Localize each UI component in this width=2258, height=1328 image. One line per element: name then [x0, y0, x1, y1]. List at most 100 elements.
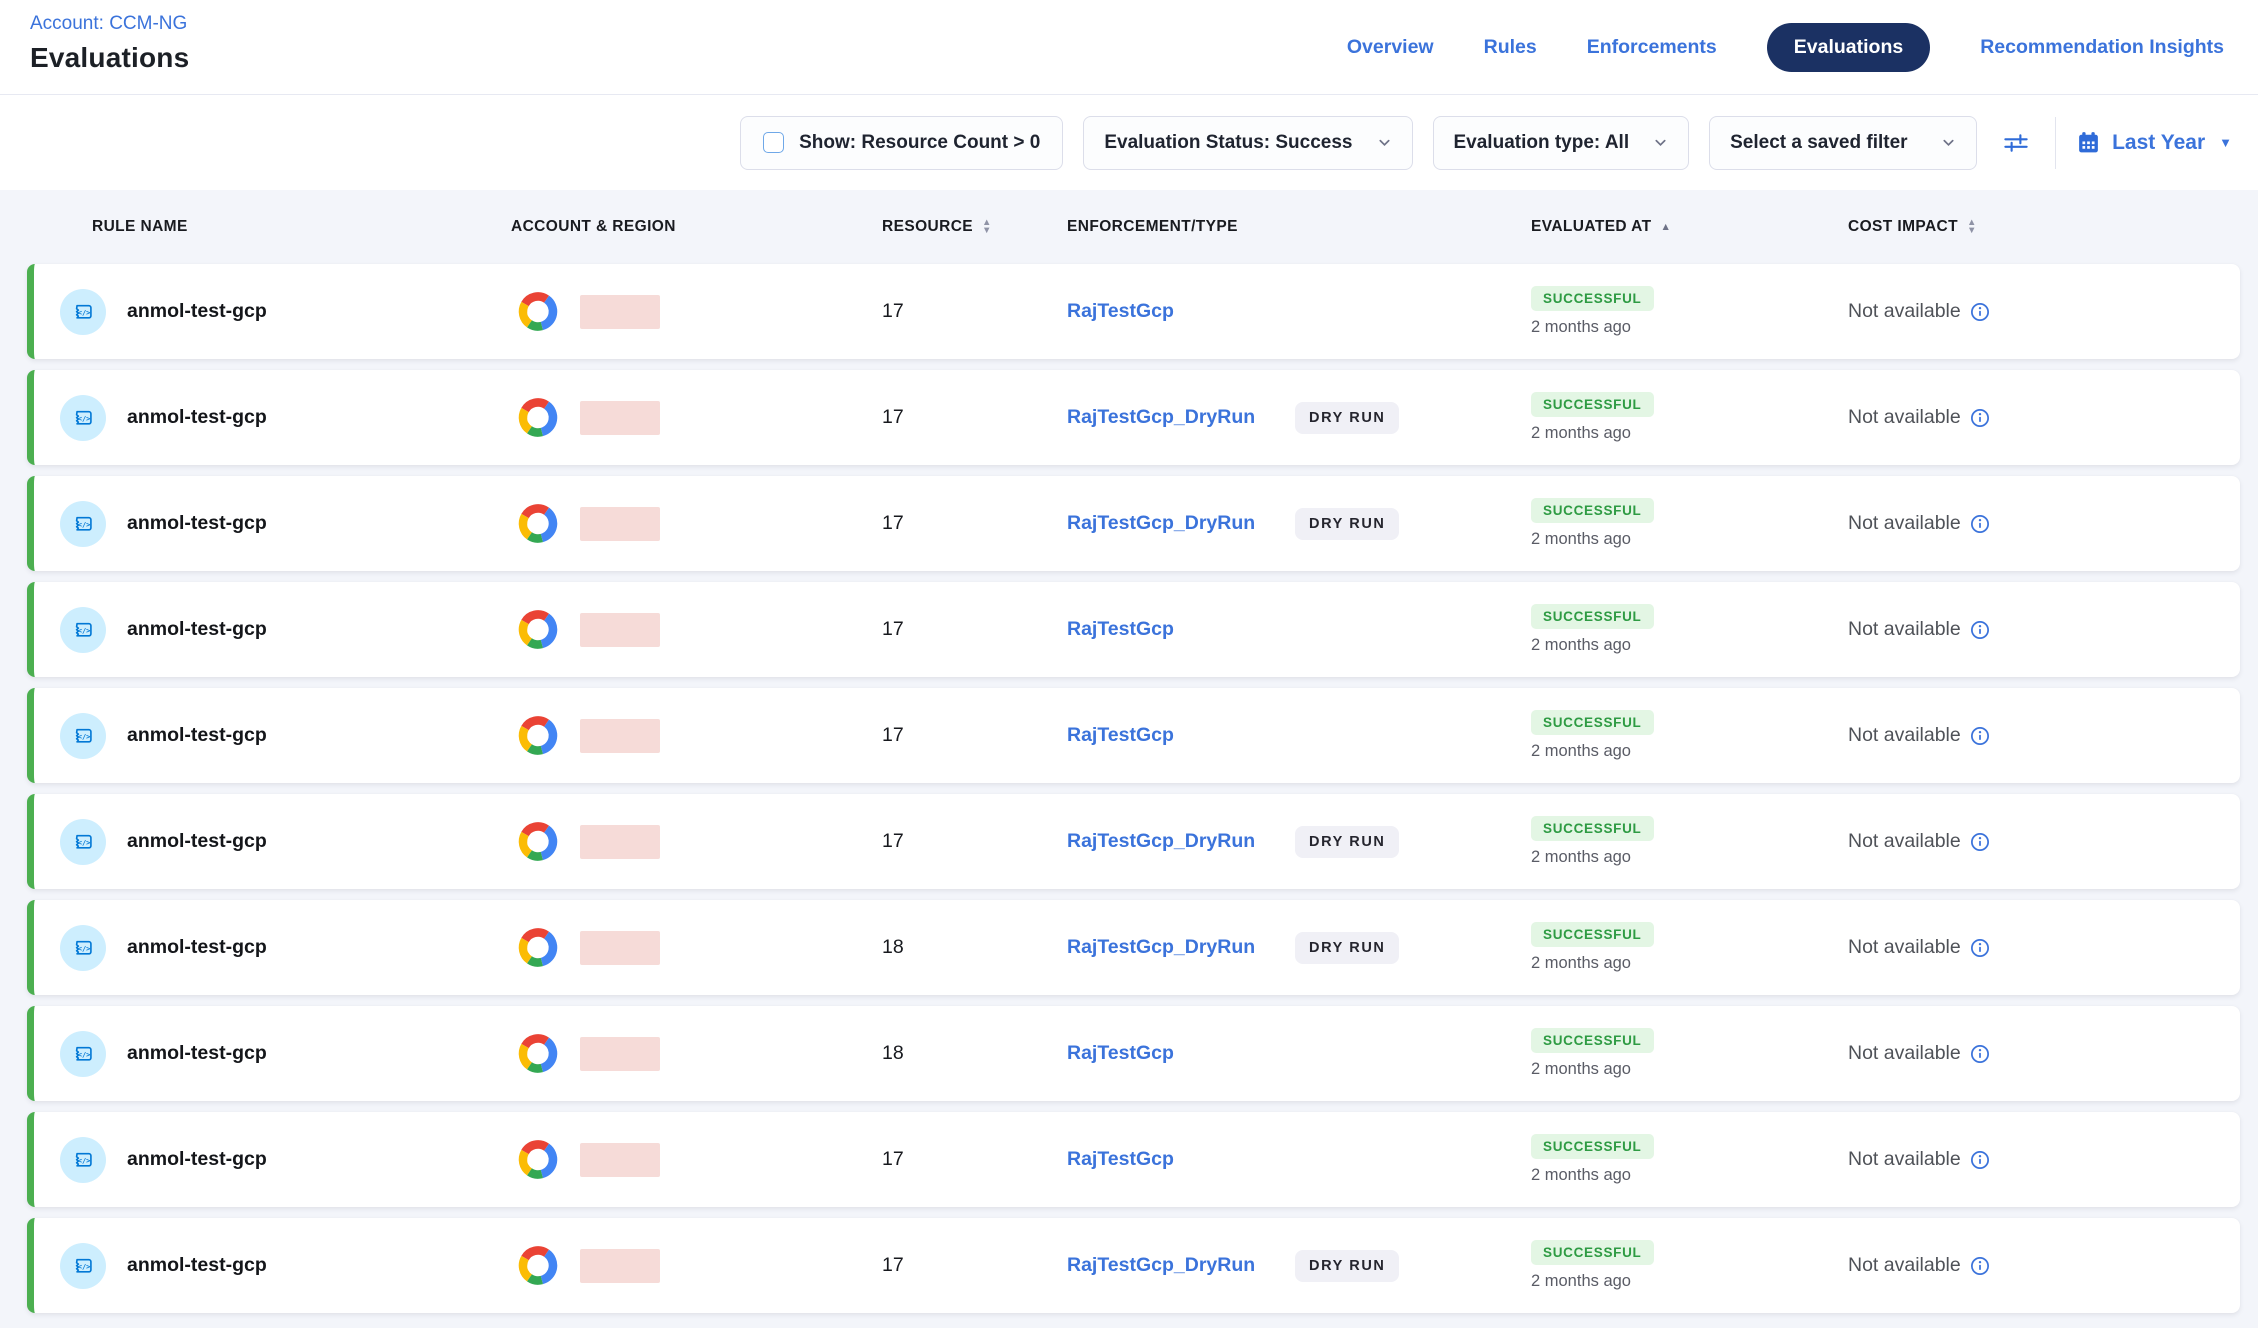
rule-icon: </>: [60, 819, 106, 865]
info-icon[interactable]: [1970, 514, 1990, 534]
evaluation-status-dropdown[interactable]: Evaluation Status: Success: [1083, 116, 1412, 170]
svg-text:</>: </>: [78, 520, 91, 529]
sliders-icon: [2001, 128, 2031, 158]
rule-name: anmol-test-gcp: [127, 406, 267, 429]
sort-asc-icon[interactable]: ▲: [1660, 221, 1671, 233]
svg-text:</>: </>: [78, 1050, 91, 1059]
enforcement-link[interactable]: RajTestGcp_DryRun: [1067, 936, 1255, 958]
rule-icon: </>: [60, 1243, 106, 1289]
chevron-down-icon: [1941, 135, 1956, 150]
enforcement-link[interactable]: RajTestGcp: [1067, 1148, 1174, 1170]
resource-count: 17: [882, 1254, 904, 1277]
gcp-logo-icon: [511, 713, 565, 758]
account-region-redacted: [580, 613, 660, 647]
info-icon[interactable]: [1970, 1150, 1990, 1170]
evaluation-row[interactable]: </> anmol-test-gcp: [27, 1218, 2240, 1313]
dry-run-badge: DRY RUN: [1295, 826, 1399, 858]
evaluation-type-dropdown[interactable]: Evaluation type: All: [1433, 116, 1690, 170]
page-title: Evaluations: [30, 42, 189, 74]
saved-filter-dropdown[interactable]: Select a saved filter: [1709, 116, 1977, 170]
table-header-row: RULE NAME ACCOUNT & REGION RESOURCE ▲▼ E…: [27, 190, 2240, 264]
gcp-logo-icon: [511, 395, 565, 440]
evaluation-row[interactable]: </> anmol-test-gcp: [27, 264, 2240, 359]
nav-tab-evaluations[interactable]: Evaluations: [1767, 23, 1930, 72]
cost-impact-value: Not available: [1848, 1254, 1961, 1277]
resource-count: 17: [882, 512, 904, 535]
gcp-logo-icon: [511, 925, 565, 970]
svg-text:</>: </>: [78, 838, 91, 847]
nav-tab-overview[interactable]: Overview: [1347, 36, 1434, 59]
enforcement-link[interactable]: RajTestGcp: [1067, 724, 1174, 746]
status-badge: SUCCESSFUL: [1531, 1134, 1654, 1159]
top-nav: Overview Rules Enforcements Evaluations …: [1347, 0, 2224, 95]
dry-run-badge: DRY RUN: [1295, 932, 1399, 964]
date-range-picker[interactable]: Last Year ▼: [2076, 130, 2232, 155]
evaluation-row[interactable]: </> anmol-test-gcp: [27, 1112, 2240, 1207]
info-icon[interactable]: [1970, 832, 1990, 852]
resource-count: 18: [882, 1042, 904, 1065]
sort-icon[interactable]: ▲▼: [1967, 219, 1977, 235]
gcp-logo-icon: [511, 1243, 565, 1288]
enforcement-link[interactable]: RajTestGcp_DryRun: [1067, 830, 1255, 852]
table-body: </> anmol-test-gcp: [27, 264, 2240, 1313]
caret-down-icon: ▼: [2219, 135, 2232, 150]
svg-text:</>: </>: [78, 732, 91, 741]
evaluated-time: 2 months ago: [1531, 424, 1631, 443]
evaluation-row[interactable]: </> anmol-test-gcp: [27, 476, 2240, 571]
info-icon[interactable]: [1970, 1044, 1990, 1064]
rule-name: anmol-test-gcp: [127, 512, 267, 535]
resource-count: 17: [882, 830, 904, 853]
resource-count-filter[interactable]: Show: Resource Count > 0: [740, 116, 1063, 170]
evaluation-row[interactable]: </> anmol-test-gcp: [27, 1006, 2240, 1101]
dry-run-badge: DRY RUN: [1295, 508, 1399, 540]
rule-name: anmol-test-gcp: [127, 1254, 267, 1277]
info-icon[interactable]: [1970, 726, 1990, 746]
cost-impact-value: Not available: [1848, 936, 1961, 959]
enforcement-link[interactable]: RajTestGcp_DryRun: [1067, 1254, 1255, 1276]
enforcement-link[interactable]: RajTestGcp_DryRun: [1067, 512, 1255, 534]
enforcement-link[interactable]: RajTestGcp_DryRun: [1067, 406, 1255, 428]
saved-filter-placeholder: Select a saved filter: [1730, 132, 1907, 154]
svg-text:</>: </>: [78, 1156, 91, 1165]
resource-count-checkbox[interactable]: [763, 132, 784, 153]
evaluation-row[interactable]: </> anmol-test-gcp: [27, 582, 2240, 677]
gcp-logo-icon: [511, 1031, 565, 1076]
evaluated-time: 2 months ago: [1531, 636, 1631, 655]
sort-icon[interactable]: ▲▼: [982, 219, 992, 235]
rule-icon: </>: [60, 289, 106, 335]
resource-count: 17: [882, 406, 904, 429]
account-region-redacted: [580, 1249, 660, 1283]
gcp-logo-icon: [511, 607, 565, 652]
info-icon[interactable]: [1970, 408, 1990, 428]
filter-settings-button[interactable]: [1997, 124, 2035, 162]
info-icon[interactable]: [1970, 1256, 1990, 1276]
filter-bar: Show: Resource Count > 0 Evaluation Stat…: [0, 95, 2258, 190]
evaluation-row[interactable]: </> anmol-test-gcp: [27, 794, 2240, 889]
rule-name: anmol-test-gcp: [127, 618, 267, 641]
nav-tab-enforcements[interactable]: Enforcements: [1587, 36, 1717, 59]
evaluated-time: 2 months ago: [1531, 318, 1631, 337]
cost-impact-value: Not available: [1848, 724, 1961, 747]
rule-name: anmol-test-gcp: [127, 1042, 267, 1065]
evaluation-row[interactable]: </> anmol-test-gcp: [27, 370, 2240, 465]
status-badge: SUCCESSFUL: [1531, 286, 1654, 311]
info-icon[interactable]: [1970, 302, 1990, 322]
enforcement-link[interactable]: RajTestGcp: [1067, 300, 1174, 322]
account-region-redacted: [580, 719, 660, 753]
resource-count: 17: [882, 300, 904, 323]
info-icon[interactable]: [1970, 938, 1990, 958]
account-breadcrumb[interactable]: Account: CCM-NG: [30, 13, 187, 35]
divider: [2055, 117, 2056, 169]
evaluation-type-value: Evaluation type: All: [1454, 132, 1630, 154]
nav-tab-rules[interactable]: Rules: [1484, 36, 1537, 59]
evaluation-row[interactable]: </> anmol-test-gcp: [27, 900, 2240, 995]
evaluation-row[interactable]: </> anmol-test-gcp: [27, 688, 2240, 783]
gcp-logo-icon: [511, 501, 565, 546]
nav-tab-recommendation-insights[interactable]: Recommendation Insights: [1980, 36, 2224, 59]
info-icon[interactable]: [1970, 620, 1990, 640]
enforcement-link[interactable]: RajTestGcp: [1067, 1042, 1174, 1064]
dry-run-badge: DRY RUN: [1295, 1250, 1399, 1282]
evaluated-time: 2 months ago: [1531, 848, 1631, 867]
enforcement-link[interactable]: RajTestGcp: [1067, 618, 1174, 640]
column-header-account-region: ACCOUNT & REGION: [511, 218, 860, 236]
